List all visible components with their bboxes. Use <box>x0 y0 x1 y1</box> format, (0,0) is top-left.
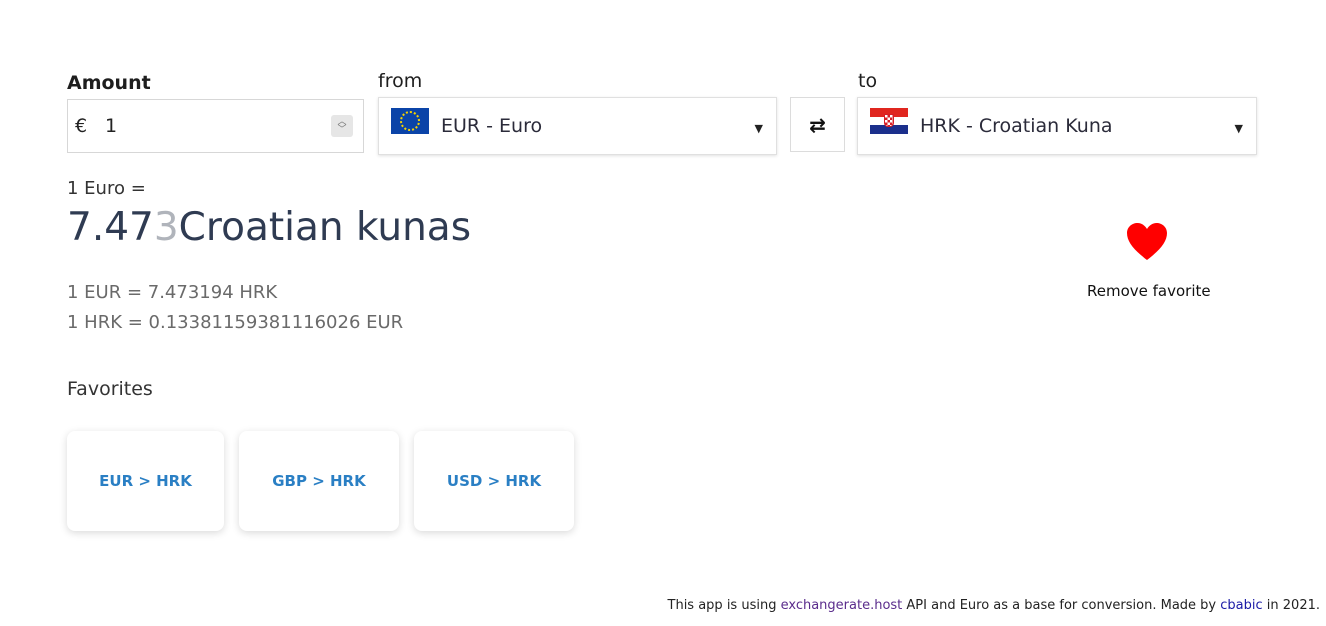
converted-result: 7.473Croatian kunas <box>67 205 471 250</box>
base-amount-line: 1 Euro = <box>67 178 146 199</box>
heart-icon[interactable] <box>1126 222 1168 262</box>
eu-flag-icon <box>391 108 429 134</box>
number-spinner-icon[interactable]: ︿ ﹀ <box>331 115 353 137</box>
favorite-card-gbp-hrk[interactable]: GBP > HRK <box>239 431 399 531</box>
api-link[interactable]: exchangerate.host <box>781 598 903 613</box>
result-value: 7.47 <box>67 205 154 250</box>
footer-middle: API and Euro as a base for conversion. M… <box>902 598 1221 613</box>
spinner-down-icon[interactable]: ﹀ <box>337 126 346 135</box>
rate-eur-to-hrk: 1 EUR = 7.473194 HRK <box>67 282 278 303</box>
from-currency-select[interactable]: EUR - Euro ▼ <box>378 97 777 155</box>
to-currency-select[interactable]: HRK - Croatian Kuna ▼ <box>857 97 1257 155</box>
chevron-down-icon: ▼ <box>1234 121 1243 135</box>
croatia-flag-icon <box>870 108 908 134</box>
footer-suffix: in 2021. <box>1262 598 1320 613</box>
favorite-card-eur-hrk[interactable]: EUR > HRK <box>67 431 224 531</box>
to-label: to <box>858 70 878 92</box>
from-currency-value: EUR - Euro <box>441 115 543 137</box>
author-link[interactable]: cbabic <box>1220 598 1262 613</box>
chevron-down-icon: ▼ <box>754 121 763 135</box>
result-value-extra-digit: 3 <box>153 205 179 250</box>
footer: This app is using exchangerate.host API … <box>668 598 1320 613</box>
rate-hrk-to-eur: 1 HRK = 0.13381159381116026 EUR <box>67 312 404 333</box>
remove-favorite-button[interactable]: Remove favorite <box>1087 282 1211 300</box>
amount-input[interactable]: € 1 ︿ ﹀ <box>67 99 364 153</box>
to-currency-value: HRK - Croatian Kuna <box>920 115 1113 137</box>
footer-prefix: This app is using <box>667 598 781 613</box>
swap-icon: ⇄ <box>809 112 826 137</box>
swap-currencies-button[interactable]: ⇄ <box>790 97 845 152</box>
amount-label: Amount <box>67 72 151 94</box>
amount-value[interactable]: 1 <box>105 115 331 137</box>
favorite-card-usd-hrk[interactable]: USD > HRK <box>414 431 574 531</box>
result-currency-name: Croatian kunas <box>178 205 472 250</box>
favorites-title: Favorites <box>67 378 153 400</box>
from-label: from <box>378 70 423 92</box>
currency-symbol: € <box>75 115 88 137</box>
